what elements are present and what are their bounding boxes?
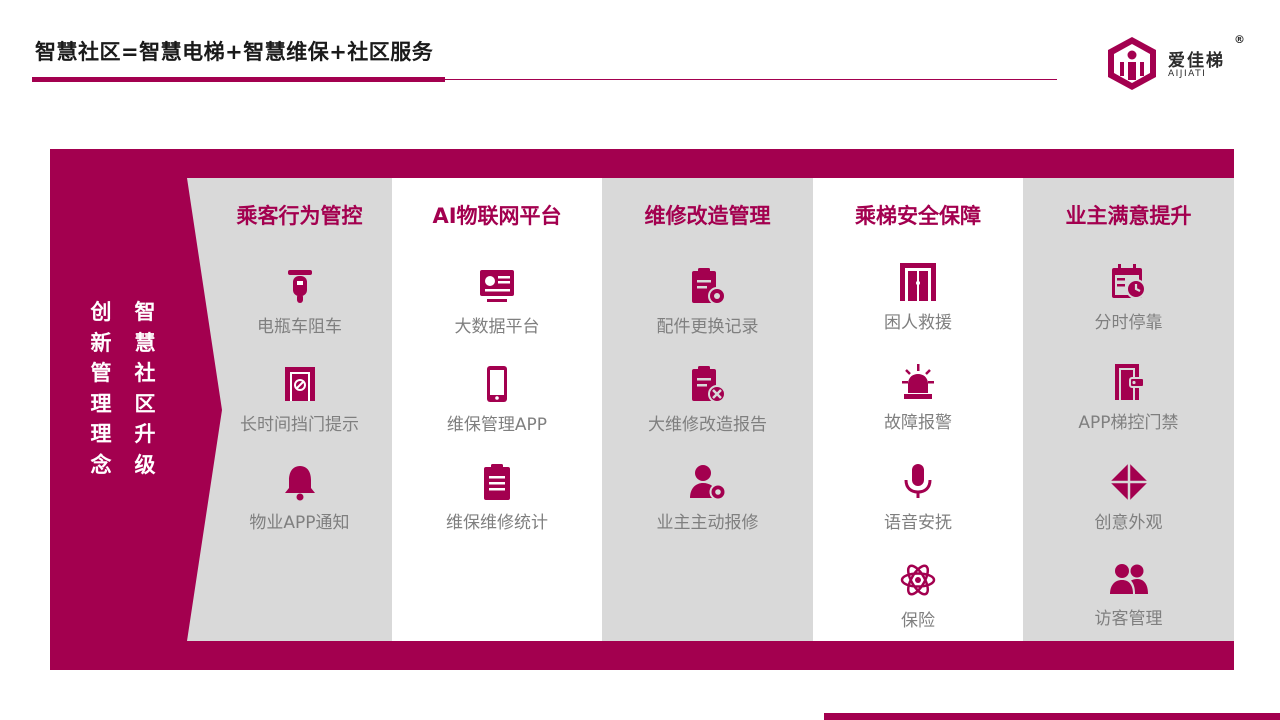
clipboard-gear-icon [691,268,726,305]
feature-label: APP梯控门禁 [1078,413,1179,433]
feature-item: APP梯控门禁 [1023,362,1234,433]
logo-name: 爱佳梯 [1168,51,1225,71]
column-title: 维修改造管理 [644,204,771,228]
feature-item: 长时间挡门提示 [207,364,392,435]
feature-label: 语音安抚 [884,513,952,533]
concept-text-innovation: 创新管理理念 [90,300,112,477]
concept-text-upgrade: 智慧社区升级 [134,300,156,477]
users-icon [1109,564,1148,594]
footer-accent-bar [824,713,1280,720]
column-title: 业主满意提升 [1065,204,1192,228]
feature-item: 维保维修统计 [392,462,602,533]
feature-item: 大维修改造报告 [602,364,813,435]
title-underline-accent [32,77,445,82]
column-ride-safety: 乘梯安全保障 困人救援 故障报警 语音安抚 保险 [813,178,1023,641]
feature-columns: 乘客行为管控 电瓶车阻车 长时间挡门提示 物业APP通知 AI物联网平台 大数据… [187,178,1234,641]
feature-item: 创意外观 [1023,462,1234,533]
feature-item: 故障报警 [813,362,1023,433]
brand-logo: 爱佳梯 AIJIATI ® [1106,33,1246,93]
feature-item: 电瓶车阻车 [207,266,392,337]
user-gear-icon [689,465,726,501]
feature-label: 故障报警 [884,413,952,433]
page-title: 智慧社区=智慧电梯+智慧维保+社区服务 [35,40,434,64]
feature-label: 创意外观 [1094,513,1163,533]
feature-label: 物业APP通知 [249,513,350,533]
calendar-clock-icon [1111,264,1146,299]
feature-label: 电瓶车阻车 [257,317,342,337]
feature-item: 配件更换记录 [602,266,813,337]
feature-label: 长时间挡门提示 [240,415,359,435]
feature-item: 维保管理APP [392,364,602,435]
alarm-light-icon [902,364,934,399]
feature-item: 物业APP通知 [207,462,392,533]
feature-item: 分时停靠 [1023,262,1234,333]
atom-icon [900,564,936,596]
feature-label: 业主主动报修 [656,513,759,533]
feature-item: 访客管理 [1023,558,1234,629]
phone-icon [487,366,507,402]
logo-mark-icon [1108,37,1156,90]
feature-item: 业主主动报修 [602,462,813,533]
registered-mark: ® [1234,33,1245,46]
column-passenger-control: 乘客行为管控 电瓶车阻车 长时间挡门提示 物业APP通知 [187,178,392,641]
feature-label: 大数据平台 [454,317,540,337]
dashboard-icon [480,270,514,302]
column-title: AI物联网平台 [432,204,562,228]
door-access-icon [1114,364,1145,400]
feature-label: 维保维修统计 [446,513,548,533]
feature-item: 保险 [813,560,1023,631]
feature-label: 访客管理 [1094,609,1163,629]
microphone-icon [904,464,932,498]
feature-label: 保险 [901,611,935,631]
scooter-icon [287,270,312,303]
diamond-icon [1109,463,1148,501]
feature-label: 分时停靠 [1094,313,1163,333]
clipboard-tools-icon [691,366,726,403]
column-title: 乘客行为管控 [236,204,363,228]
clipboard-icon [484,464,510,500]
feature-label: 大维修改造报告 [648,415,767,435]
feature-item: 大数据平台 [392,266,602,337]
logo-subtitle: AIJIATI [1168,69,1207,79]
feature-item: 语音安抚 [813,462,1023,533]
column-owner-satisfaction: 业主满意提升 分时停靠 APP梯控门禁 创意外观 访客管理 [1023,178,1234,641]
column-title: 乘梯安全保障 [855,204,981,228]
bell-icon [284,466,315,501]
feature-item: 困人救援 [813,262,1023,333]
column-ai-iot-platform: AI物联网平台 大数据平台 维保管理APP 维保维修统计 [392,178,602,641]
column-maintenance-management: 维修改造管理 配件更换记录 大维修改造报告 业主主动报修 [602,178,813,641]
elevator-door-icon [900,263,936,301]
feature-label: 维保管理APP [446,415,548,435]
feature-panel: 创新管理理念 智慧社区升级 乘客行为管控 电瓶车阻车 长时间挡门提示 物业APP… [50,149,1234,670]
door-block-icon [284,367,315,401]
feature-label: 配件更换记录 [656,317,759,337]
feature-label: 困人救援 [884,313,952,333]
